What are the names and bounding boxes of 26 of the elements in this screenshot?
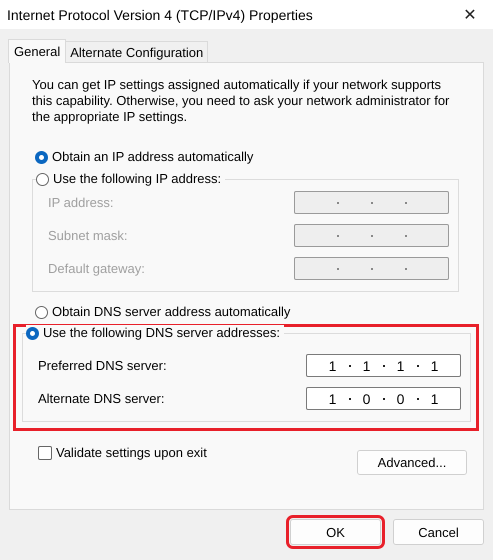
field-label: IP address: — [48, 195, 115, 210]
ip-address-field[interactable] — [294, 257, 449, 280]
field-label: Default gateway: — [48, 261, 146, 276]
radio-button[interactable] — [26, 326, 39, 340]
ip-address-field[interactable]: 1 1 1 1 — [306, 354, 461, 377]
window-title: Internet Protocol Version 4 (TCP/IPv4) Properties — [7, 6, 313, 22]
ip-address-field[interactable] — [294, 191, 449, 214]
ip-address-field[interactable]: 1 0 0 1 — [306, 387, 461, 410]
checkbox-label[interactable]: Validate settings upon exit — [56, 445, 207, 461]
close-button[interactable]: ✕ — [447, 0, 493, 29]
description-text: You can get IP settings assigned automatically if your network supports this capability. Otherwise, you need to ask your network administrator for the appropriate IP settings. — [32, 77, 450, 125]
tab[interactable]: General — [8, 39, 66, 63]
advanced-button[interactable]: Advanced... — [357, 450, 467, 475]
radio-label[interactable]: Use the following IP address: — [53, 171, 222, 187]
checkbox[interactable] — [38, 446, 52, 460]
ip-address-field[interactable] — [294, 224, 449, 247]
radio-label[interactable]: Obtain an IP address automatically — [52, 149, 254, 165]
radio-button[interactable] — [36, 172, 49, 186]
radio-label[interactable]: Obtain DNS server address automatically — [52, 304, 290, 320]
cancel-button[interactable]: Cancel — [393, 519, 484, 545]
field-label: Preferred DNS server: — [38, 358, 168, 373]
radio-button[interactable] — [35, 150, 48, 164]
radio-button[interactable] — [35, 306, 48, 318]
field-label: Subnet mask: — [48, 228, 128, 243]
field-label: Alternate DNS server: — [38, 391, 166, 406]
tab[interactable]: Alternate Configuration — [65, 41, 208, 62]
